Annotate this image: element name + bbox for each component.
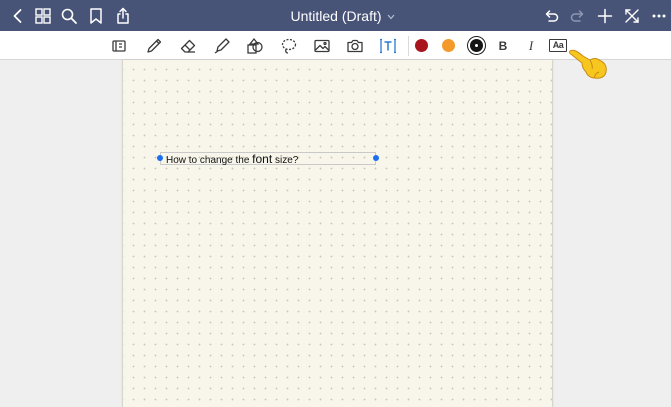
italic-button[interactable]: I — [524, 38, 538, 54]
text-box-resize-handle-right[interactable] — [373, 155, 379, 161]
text-segment: size? — [272, 155, 299, 166]
shapes-icon[interactable] — [245, 36, 265, 56]
close-fullscreen-icon[interactable] — [622, 6, 642, 26]
chevron-down-icon — [387, 14, 395, 20]
color-swatch-orange[interactable] — [442, 39, 455, 52]
top-navigation-bar: Untitled (Draft) — [0, 0, 671, 31]
document-title: Untitled (Draft) — [290, 7, 382, 24]
color-swatch-dark-red[interactable] — [415, 39, 428, 52]
bookmark-icon[interactable] — [86, 6, 106, 26]
pen-icon[interactable] — [144, 36, 164, 56]
grid-icon[interactable] — [33, 6, 53, 26]
color-swatch-black[interactable] — [470, 39, 483, 52]
text-box-content[interactable]: How to change the font size? — [166, 153, 298, 167]
more-icon[interactable] — [649, 6, 669, 26]
search-icon[interactable] — [59, 6, 79, 26]
redo-icon[interactable] — [568, 6, 588, 26]
highlighter-icon[interactable] — [212, 36, 232, 56]
bold-button[interactable]: B — [496, 38, 510, 54]
text-box-resize-handle-left[interactable] — [157, 155, 163, 161]
tool-bar: B I Aa — [0, 31, 671, 60]
add-icon[interactable] — [595, 6, 615, 26]
document-title-menu[interactable]: Untitled (Draft) — [250, 0, 435, 31]
font-size-button[interactable]: Aa — [549, 39, 567, 52]
text-segment-large: font — [252, 152, 273, 166]
toolbar-divider — [408, 36, 409, 56]
undo-icon[interactable] — [541, 6, 561, 26]
back-icon[interactable] — [8, 6, 28, 26]
image-icon[interactable] — [312, 36, 332, 56]
share-icon[interactable] — [113, 6, 133, 26]
text-box[interactable]: How to change the font size? — [157, 152, 379, 167]
dotted-paper-page[interactable] — [122, 60, 553, 407]
text-tool-icon[interactable] — [378, 36, 398, 56]
eraser-icon[interactable] — [178, 36, 198, 56]
text-segment: How to change the — [166, 155, 253, 166]
keyboard-icon[interactable] — [109, 36, 129, 56]
lasso-icon[interactable] — [279, 36, 299, 56]
camera-icon[interactable] — [345, 36, 365, 56]
